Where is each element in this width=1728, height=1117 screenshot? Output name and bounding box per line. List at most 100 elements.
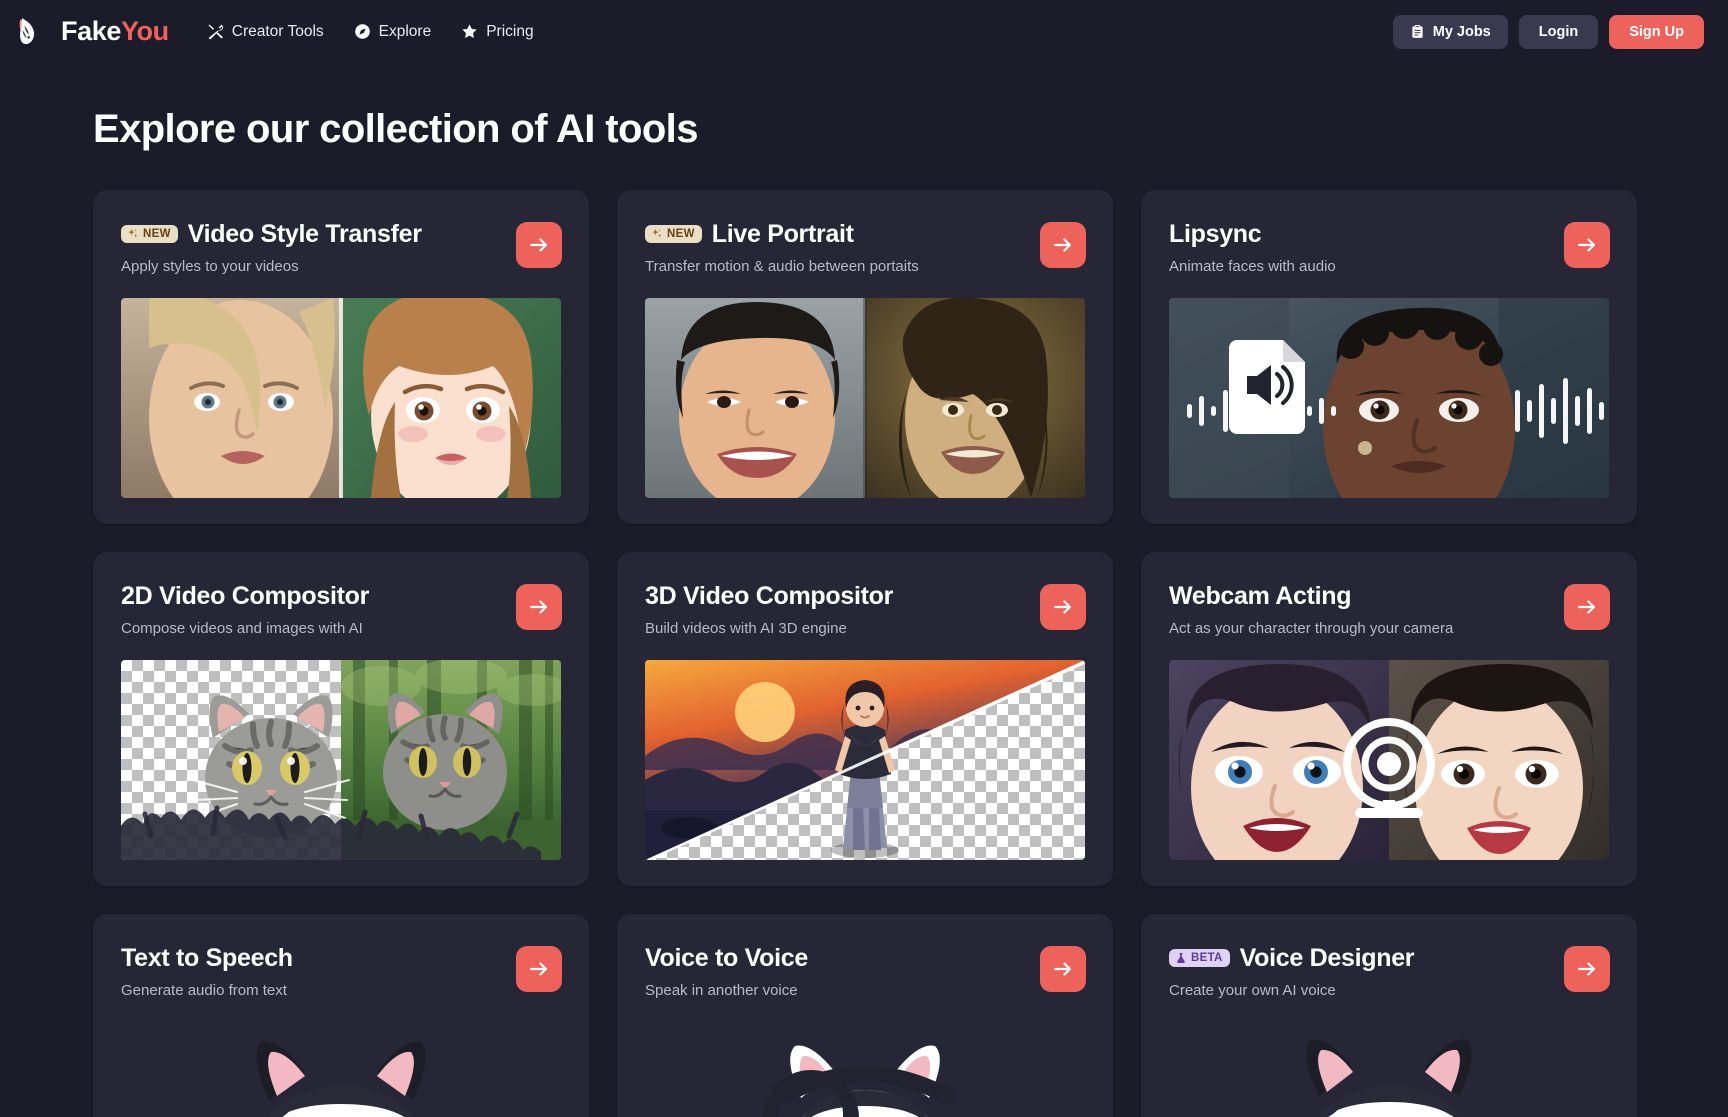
signup-button[interactable]: Sign Up (1609, 14, 1704, 49)
card-header: NEW Live Portrait Transfer motion & audi… (617, 190, 1113, 276)
card-header-text: Webcam Acting Act as your character thro… (1169, 582, 1552, 638)
compass-icon (354, 23, 371, 40)
card-header: Voice to Voice Speak in another voice (617, 914, 1113, 1000)
card-title-line: NEW Live Portrait (645, 220, 1028, 249)
card-header: Lipsync Animate faces with audio (1141, 190, 1637, 276)
nav-item-creator-tools[interactable]: Creator Tools (207, 23, 324, 41)
card-media-3d-compositor (645, 660, 1085, 861)
card-arrow-button[interactable] (1040, 222, 1086, 268)
brand-text-you: You (120, 16, 169, 46)
nav-item-explore-label: Explore (378, 22, 432, 40)
card-title: 2D Video Compositor (121, 582, 370, 610)
card-subtitle: Animate faces with audio (1169, 257, 1336, 275)
card-arrow-button[interactable] (516, 946, 562, 992)
status-badge-new-label: NEW (143, 227, 171, 240)
card-subtitle: Apply styles to your videos (121, 257, 299, 275)
card-header: Text to Speech Generate audio from text (93, 914, 589, 1000)
tools-grid: NEW Video Style Transfer Apply styles to… (0, 151, 1728, 1117)
card-arrow-button[interactable] (516, 222, 562, 268)
card-subtitle: Create your own AI voice (1169, 981, 1336, 999)
card-arrow-button[interactable] (1564, 222, 1610, 268)
card-subtitle: Generate audio from text (121, 981, 287, 999)
card-subtitle: Build videos with AI 3D engine (645, 619, 847, 637)
tool-card-voice-designer[interactable]: BETA Voice Designer Create your own AI v… (1141, 914, 1637, 1117)
card-arrow-button[interactable] (1040, 584, 1086, 630)
tool-card-webcam-acting[interactable]: Webcam Acting Act as your character thro… (1141, 552, 1637, 886)
card-subtitle: Speak in another voice (645, 981, 798, 999)
login-label: Login (1538, 23, 1579, 40)
card-title-line: Webcam Acting (1169, 582, 1552, 611)
card-title-line: 2D Video Compositor (121, 582, 504, 611)
my-jobs-label: My Jobs (1432, 23, 1491, 40)
nav-item-creator-tools-label: Creator Tools (231, 22, 324, 40)
nav-item-explore[interactable]: Explore (354, 22, 432, 41)
card-header-text: 2D Video Compositor Compose videos and i… (121, 582, 504, 638)
status-badge-new-label: NEW (667, 227, 695, 240)
tool-card-3d-video-compositor[interactable]: 3D Video Compositor Build videos with AI… (617, 552, 1113, 886)
card-media-voice-designer (1169, 1022, 1609, 1117)
card-title: Lipsync (1169, 220, 1262, 248)
nav-item-pricing-label: Pricing (486, 22, 534, 40)
card-subtitle: Compose videos and images with AI (121, 619, 363, 637)
card-media-text-to-speech (121, 1022, 561, 1117)
brand-text-fake: Fake (61, 16, 121, 46)
card-arrow-button[interactable] (1040, 946, 1086, 992)
tool-card-video-style-transfer[interactable]: NEW Video Style Transfer Apply styles to… (93, 190, 589, 524)
card-header: 2D Video Compositor Compose videos and i… (93, 552, 589, 638)
header-actions: My Jobs Login Sign Up (1392, 14, 1704, 49)
card-title-line: BETA Voice Designer (1169, 944, 1552, 973)
card-header: BETA Voice Designer Create your own AI v… (1141, 914, 1637, 1000)
card-header-text: NEW Video Style Transfer Apply styles to… (121, 220, 504, 276)
card-media-2d-compositor (121, 660, 561, 861)
card-header-text: Text to Speech Generate audio from text (121, 944, 504, 1000)
status-badge-beta-label: BETA (1191, 951, 1223, 964)
card-title: Text to Speech (121, 944, 293, 972)
card-header-text: Lipsync Animate faces with audio (1169, 220, 1552, 276)
card-subtitle: Transfer motion & audio between portaits (645, 257, 919, 275)
card-media-voice-to-voice (645, 1022, 1085, 1117)
status-badge-beta: BETA (1169, 949, 1230, 968)
card-title-line: Lipsync (1169, 220, 1552, 249)
tool-card-lipsync[interactable]: Lipsync Animate faces with audio (1141, 190, 1637, 524)
login-button[interactable]: Login (1518, 14, 1599, 49)
brand-logo-link[interactable]: Fake You (18, 15, 169, 49)
card-title: Video Style Transfer (187, 220, 422, 248)
page-title: Explore our collection of AI tools (93, 107, 698, 151)
card-arrow-button[interactable] (1564, 946, 1610, 992)
sparkles-icon (127, 228, 139, 240)
main-nav: Creator Tools Explore Pricing (207, 23, 534, 41)
flask-icon (1175, 952, 1187, 964)
signup-label: Sign Up (1629, 23, 1684, 40)
card-title-line: 3D Video Compositor (645, 582, 1028, 611)
card-header-text: NEW Live Portrait Transfer motion & audi… (645, 220, 1028, 276)
card-title-line: Voice to Voice (645, 944, 1028, 973)
card-header: Webcam Acting Act as your character thro… (1141, 552, 1637, 638)
card-media-webcam-acting (1169, 660, 1609, 861)
card-title: Voice to Voice (645, 944, 808, 972)
card-title-line: NEW Video Style Transfer (121, 220, 504, 249)
card-media-live-portrait (645, 298, 1085, 499)
brand-wordmark: Fake You (61, 16, 169, 47)
tool-card-text-to-speech[interactable]: Text to Speech Generate audio from text (93, 914, 589, 1117)
tools-icon (207, 23, 224, 40)
tool-card-live-portrait[interactable]: NEW Live Portrait Transfer motion & audi… (617, 190, 1113, 524)
card-subtitle: Act as your character through your camer… (1169, 619, 1454, 637)
card-title: Webcam Acting (1169, 582, 1352, 610)
card-title: Live Portrait (711, 220, 854, 248)
card-header-text: Voice to Voice Speak in another voice (645, 944, 1028, 1000)
card-header-text: BETA Voice Designer Create your own AI v… (1169, 944, 1552, 1000)
card-header: NEW Video Style Transfer Apply styles to… (93, 190, 589, 276)
card-title: 3D Video Compositor (645, 582, 894, 610)
tool-card-voice-to-voice[interactable]: Voice to Voice Speak in another voice (617, 914, 1113, 1117)
card-media-lipsync (1169, 298, 1609, 499)
star-icon (461, 23, 478, 40)
status-badge-new: NEW (645, 225, 702, 244)
card-arrow-button[interactable] (516, 584, 562, 630)
my-jobs-button[interactable]: My Jobs (1392, 14, 1508, 49)
nav-item-pricing[interactable]: Pricing (461, 22, 534, 41)
tool-card-2d-video-compositor[interactable]: 2D Video Compositor Compose videos and i… (93, 552, 589, 886)
card-header: 3D Video Compositor Build videos with AI… (617, 552, 1113, 638)
card-title-line: Text to Speech (121, 944, 504, 973)
card-arrow-button[interactable] (1564, 584, 1610, 630)
status-badge-new: NEW (121, 225, 178, 244)
